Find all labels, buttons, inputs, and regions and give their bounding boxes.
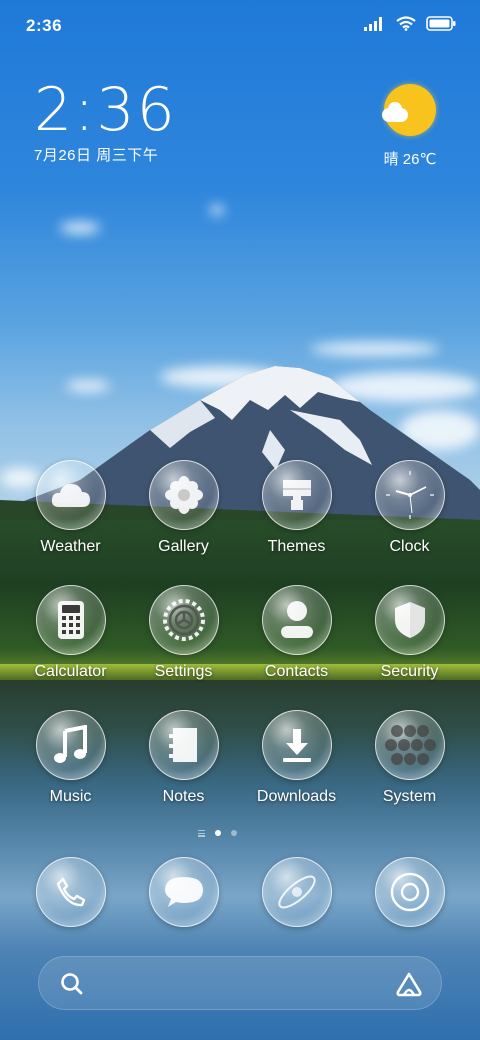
status-bar: 2:36 [0,0,480,50]
page-dot-active [215,830,221,837]
menu-lines-icon [198,830,205,837]
app-label: Gallery [158,538,209,555]
app-label: Weather [40,538,101,555]
app-downloads[interactable]: Downloads [240,710,353,806]
app-label: Clock [389,538,430,555]
app-weather[interactable]: Weather [14,460,127,556]
app-label: Music [49,788,92,805]
dock-phone[interactable] [14,857,127,927]
app-label: Notes [162,788,205,805]
search-icon[interactable] [59,971,85,997]
app-label: System [382,788,437,805]
dock-camera[interactable] [353,857,466,927]
app-label: Contacts [264,663,329,680]
app-label: Calculator [34,663,107,680]
themes-icon [261,460,332,530]
dock-messages[interactable] [127,857,240,927]
gallery-icon [148,460,219,530]
battery-icon [426,16,456,31]
page-indicator[interactable] [198,830,237,837]
weather-widget[interactable]: 晴 26℃ [370,84,450,169]
dock-browser[interactable] [240,857,353,927]
signal-icon [364,16,382,31]
app-themes[interactable]: Themes [240,460,353,556]
browser-icon [261,857,332,927]
app-gallery[interactable]: Gallery [127,460,240,556]
music-icon [35,710,106,780]
status-time: 2:36 [26,16,63,35]
page-dot [231,830,237,837]
search-bar[interactable] [38,956,442,1010]
app-security[interactable]: Security [353,585,466,681]
sunny-weather-icon [382,84,436,136]
app-clock[interactable]: Clock [353,460,466,556]
clock-widget[interactable]: 2:36 7月26日 周三下午 [34,78,177,165]
app-label: Settings [154,663,213,680]
contacts-icon [261,585,332,655]
widget-time: 2:36 [34,75,177,145]
notes-icon [148,710,219,780]
app-label: Themes [267,538,326,555]
app-calculator[interactable]: Calculator [14,585,127,681]
app-contacts[interactable]: Contacts [240,585,353,681]
phone-icon [35,857,106,927]
app-music[interactable]: Music [14,710,127,806]
calculator-icon [35,585,106,655]
weather-icon [35,460,106,530]
weather-text: 晴 26℃ [383,151,437,168]
assistant-icon[interactable] [395,971,423,997]
widget-date: 7月26日 周三下午 [34,147,159,164]
messages-icon [148,857,219,927]
app-settings[interactable]: Settings [127,585,240,681]
app-label: Downloads [256,788,337,805]
app-system-folder[interactable]: System [353,710,466,806]
wifi-icon [396,16,416,31]
app-label: Security [380,663,439,680]
settings-icon [148,585,219,655]
status-icons [364,16,456,31]
security-icon [374,585,445,655]
downloads-icon [261,710,332,780]
system-folder-icon [374,710,445,780]
camera-icon [374,857,445,927]
clock-icon [374,460,445,530]
app-notes[interactable]: Notes [127,710,240,806]
